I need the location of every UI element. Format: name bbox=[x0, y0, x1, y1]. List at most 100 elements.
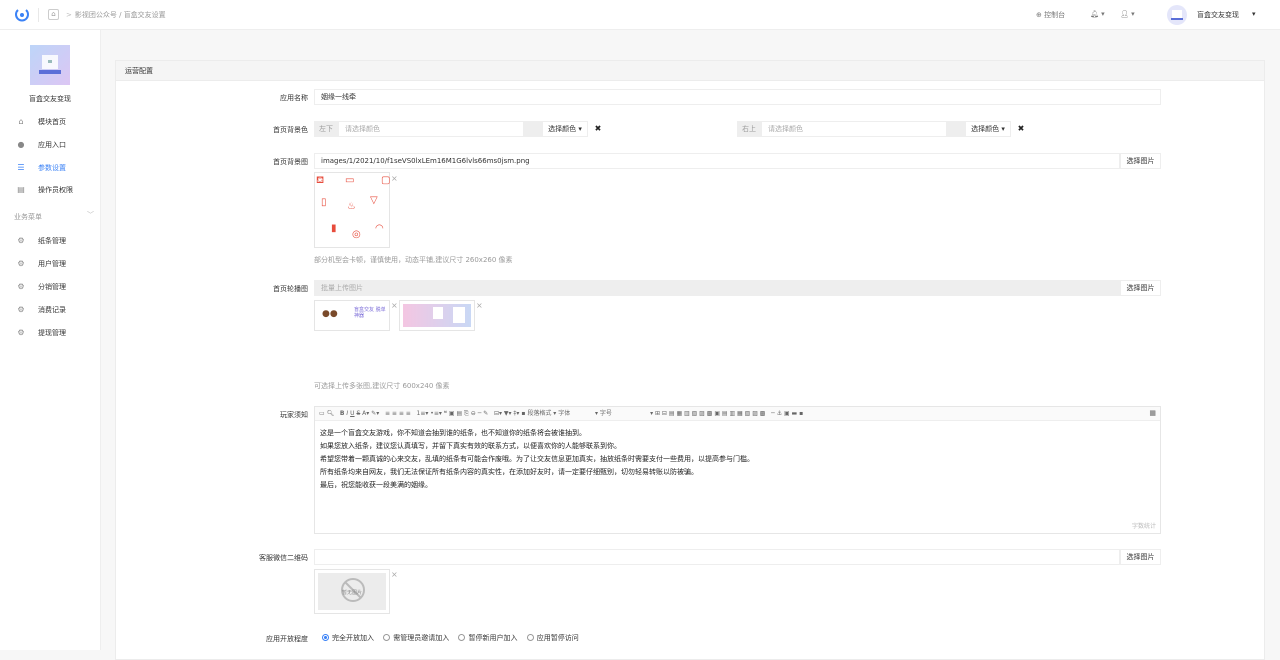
user-menu[interactable]: 👤︎ ▾ bbox=[1120, 10, 1135, 18]
bg-image-preview: ⛾ ▭ ▢ ▯ ♨ ▽ ▮ ◎ ◠ bbox=[314, 172, 390, 248]
notice-line: 所有纸条均来自网友，我们无法保证所有纸条内容的真实性，在添加好友时，请一定要仔细… bbox=[320, 468, 698, 476]
avatar[interactable] bbox=[1167, 5, 1187, 25]
sidebar-item-entry[interactable]: ● 应用入口 bbox=[0, 134, 100, 156]
editor-content[interactable]: 这是一个盲盒交友游戏，你不知道会抽到谁的纸条，也不知道你的纸条将会被谁抽到。 如… bbox=[315, 421, 1160, 498]
color-position-addon: 右上 bbox=[737, 121, 761, 137]
sidebar-item-label: 应用入口 bbox=[38, 141, 66, 149]
radio-label: 需管理员邀请加入 bbox=[393, 634, 450, 642]
bg-color-right-input[interactable]: 请选择颜色 bbox=[761, 121, 947, 137]
home-icon: ⌂ bbox=[18, 117, 24, 126]
app-logo-icon[interactable] bbox=[14, 8, 30, 22]
access-radio-group: 完全开放加入 需管理员邀请加入 暂停新用户加入 应用暂停访问 bbox=[322, 633, 586, 643]
food-pattern-icon: ▭ bbox=[345, 175, 355, 186]
divider bbox=[38, 8, 39, 22]
remove-image-icon[interactable]: × bbox=[391, 301, 398, 310]
sidebar-item-withdraw[interactable]: ⚙ 提现管理 bbox=[0, 322, 100, 344]
font-size-select[interactable]: 字号 bbox=[600, 410, 612, 417]
bg-image-label: 首页背景图 bbox=[273, 158, 308, 166]
banner-text: 盲盒交友 脱单神器 bbox=[354, 307, 386, 319]
editor-toolbar[interactable]: ▭ 🔍︎ B I U S A▾ ✎▾ ≡ ≡ ≡ ≡ 1≡▾ •≡▾ ❝ ▣ ▤… bbox=[315, 407, 1160, 421]
sidebar-item-label: 操作员权限 bbox=[38, 186, 73, 194]
radio-invite[interactable]: 需管理员邀请加入 bbox=[383, 634, 449, 642]
choose-image-button[interactable]: 选择图片 bbox=[1120, 280, 1161, 296]
rich-text-editor[interactable]: ▭ 🔍︎ B I U S A▾ ✎▾ ≡ ≡ ≡ ≡ 1≡▾ •≡▾ ❝ ▣ ▤… bbox=[314, 406, 1161, 534]
bg-color-label: 首页背景色 bbox=[273, 126, 308, 134]
breadcrumb: > 影视团公众号 / 盲盒交友设置 bbox=[66, 11, 166, 19]
app-name-input[interactable]: 姻缘一线牵 bbox=[314, 89, 1161, 105]
radio-pause-app[interactable]: 应用暂停访问 bbox=[526, 634, 579, 642]
gear-icon: ⚙ bbox=[17, 259, 25, 268]
remove-image-icon[interactable]: × bbox=[391, 570, 398, 579]
clear-color-icon[interactable]: ✖ bbox=[1013, 121, 1029, 137]
radio-button[interactable] bbox=[458, 634, 466, 641]
sidebar-item-consumption[interactable]: ⚙ 消费记录 bbox=[0, 299, 100, 321]
remove-image-icon[interactable]: × bbox=[391, 174, 398, 183]
username[interactable]: 盲盒交友变现 bbox=[1197, 10, 1239, 20]
choose-color-button[interactable]: 选择颜色 ▾ bbox=[542, 121, 588, 137]
home-icon[interactable]: ⌂ bbox=[48, 9, 59, 20]
paragraph-format-select[interactable]: 段落格式 bbox=[527, 410, 551, 417]
sidebar-item-label: 提现管理 bbox=[38, 329, 66, 337]
app-name: 盲盒交友变现 bbox=[29, 95, 71, 103]
sidebar-item-label: 纸条管理 bbox=[38, 237, 66, 245]
font-select[interactable]: 字体 bbox=[558, 410, 570, 417]
notice-line: 希望您带着一颗真诚的心来交友，乱填的纸条有可能会作废哦。为了让交友信息更加真实，… bbox=[320, 455, 754, 463]
sidebar-item-users[interactable]: ⚙ 用户管理 bbox=[0, 253, 100, 275]
color-swatch[interactable] bbox=[947, 121, 965, 137]
choose-color-button[interactable]: 选择颜色 ▾ bbox=[965, 121, 1011, 137]
qrcode-label: 客服微信二维码 bbox=[259, 554, 308, 562]
caret-down-icon[interactable]: ▾ bbox=[1252, 10, 1256, 18]
remove-image-icon[interactable]: × bbox=[476, 301, 483, 310]
word-count: 字数统计 bbox=[1131, 523, 1156, 530]
notice-label: 玩家须知 bbox=[280, 411, 308, 419]
app-name-label: 应用名称 bbox=[280, 94, 308, 102]
radio-label: 完全开放加入 bbox=[332, 634, 374, 642]
console-label: 控制台 bbox=[1044, 11, 1066, 19]
notice-line: 如果您放入纸条，建议您认真填写，并留下真实有效的联系方式，以便喜欢你的人能够联系… bbox=[320, 442, 621, 450]
radio-button[interactable] bbox=[526, 634, 534, 641]
fullscreen-icon[interactable]: ▦ bbox=[1149, 409, 1156, 417]
chevron-down-icon[interactable]: ﹀ bbox=[87, 210, 94, 220]
notification-bell[interactable]: 🔔︎ ▾ bbox=[1090, 10, 1105, 18]
sidebar-item-label: 参数设置 bbox=[38, 164, 66, 172]
sidebar-item-home[interactable]: ⌂ 模块首页 bbox=[0, 111, 100, 133]
food-pattern-icon: ♨ bbox=[347, 201, 356, 212]
sidebar-item-label: 模块首页 bbox=[38, 118, 66, 126]
sidebar-item-notes[interactable]: ⚙ 纸条管理 bbox=[0, 230, 100, 252]
sidebar-item-distribution[interactable]: ⚙ 分销管理 bbox=[0, 276, 100, 298]
radio-button[interactable] bbox=[383, 634, 391, 641]
gear-icon: ⚙ bbox=[17, 328, 25, 337]
bg-color-left-input[interactable]: 请选择颜色 bbox=[338, 121, 524, 137]
breadcrumb-item[interactable]: 盲盒交友设置 bbox=[124, 11, 166, 19]
clear-color-icon[interactable]: ✖ bbox=[590, 121, 606, 137]
carousel-label: 首页轮播图 bbox=[273, 285, 308, 293]
sidebar-item-settings[interactable]: ☰ 参数设置 bbox=[0, 157, 100, 179]
chat-icon: ● bbox=[17, 140, 25, 149]
carousel-upload-input[interactable]: 批量上传图片 bbox=[314, 280, 1120, 296]
food-pattern-icon: ▮ bbox=[331, 223, 337, 234]
radio-open[interactable]: 完全开放加入 bbox=[322, 634, 374, 642]
gear-icon: ⚙ bbox=[17, 282, 25, 291]
sidebar-item-label: 用户管理 bbox=[38, 260, 66, 268]
radio-button[interactable] bbox=[322, 634, 329, 641]
food-pattern-icon: ▯ bbox=[321, 197, 327, 208]
banner-figure bbox=[433, 307, 443, 319]
app-logo bbox=[30, 45, 70, 85]
choose-image-button[interactable]: 选择图片 bbox=[1120, 153, 1161, 169]
sidebar: 盲盒交友变现 ⌂ 模块首页 ● 应用入口 ☰ 参数设置 ▤ 操作员权限 业务菜单 ﹀ ⚙… bbox=[0, 30, 101, 650]
choose-image-button[interactable]: 选择图片 bbox=[1120, 549, 1161, 565]
food-pattern-icon: ◠ bbox=[375, 223, 384, 234]
section-title: 运营配置 bbox=[116, 61, 1264, 81]
qrcode-input[interactable] bbox=[314, 549, 1120, 565]
bg-image-hint: 部分机型会卡顿，谨慎使用，动态平铺,建议尺寸 260x260 像素 bbox=[314, 256, 513, 264]
radio-pause-new[interactable]: 暂停新用户加入 bbox=[458, 634, 517, 642]
console-link[interactable]: ⊕ 控制台 bbox=[1036, 10, 1065, 20]
breadcrumb-item[interactable]: 影视团公众号 bbox=[75, 11, 117, 19]
nav-group-label[interactable]: 业务菜单 bbox=[14, 212, 42, 222]
bg-image-input[interactable]: images/1/2021/10/f1seVS0lxLEm16M1G6lvls6… bbox=[314, 153, 1120, 169]
globe-icon: ⊕ bbox=[1036, 11, 1042, 19]
color-swatch[interactable] bbox=[524, 121, 542, 137]
food-pattern-icon: ▽ bbox=[370, 195, 378, 206]
carousel-hint: 可选择上传多张图,建议尺寸 600x240 像素 bbox=[314, 382, 450, 390]
sidebar-item-permissions[interactable]: ▤ 操作员权限 bbox=[0, 179, 100, 201]
